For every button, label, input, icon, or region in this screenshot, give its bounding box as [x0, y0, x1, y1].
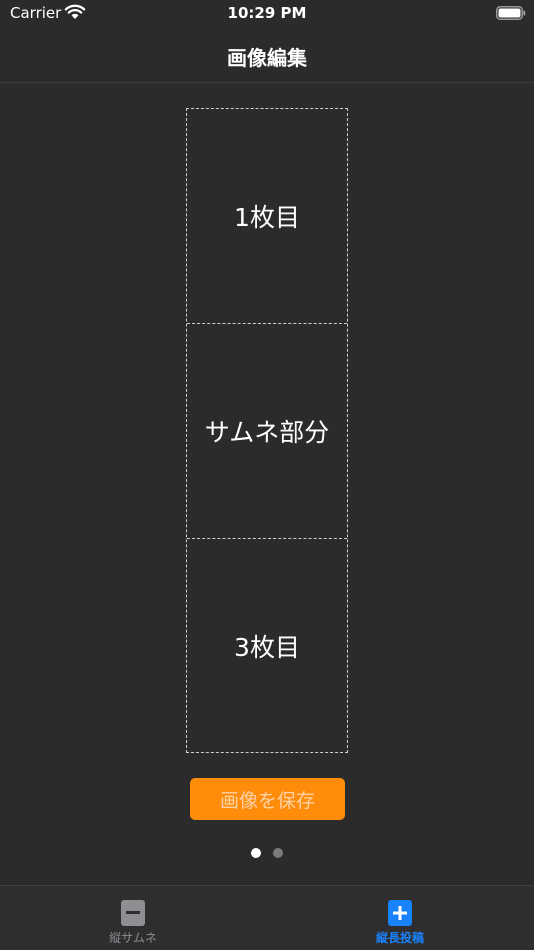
page-control[interactable]: [0, 848, 534, 860]
panel-first-image[interactable]: 1枚目: [187, 109, 347, 323]
status-time: 10:29 PM: [227, 4, 307, 22]
save-image-button[interactable]: 画像を保存: [190, 778, 345, 820]
panel-label: 3枚目: [234, 633, 300, 662]
panel-third-image[interactable]: 3枚目: [187, 539, 347, 753]
page-title: 画像編集: [227, 46, 307, 70]
tab-label: 縦サムネ: [109, 931, 157, 945]
tab-vertical-post[interactable]: 縦長投稿: [340, 900, 460, 946]
tab-bar: 縦サムネ 縦長投稿: [0, 885, 534, 950]
minus-square-icon: [121, 900, 145, 926]
panel-thumbnail[interactable]: サムネ部分: [187, 323, 347, 539]
screen: Carrier 10:29 PM 画像編集 1枚目 サムネ部分 3枚目 画像を保…: [0, 0, 534, 950]
tab-label: 縦長投稿: [375, 931, 424, 945]
battery-icon: [496, 6, 526, 20]
status-bar: Carrier 10:29 PM: [0, 0, 534, 28]
page-dot-active[interactable]: [251, 848, 261, 858]
image-panels[interactable]: 1枚目 サムネ部分 3枚目: [186, 108, 348, 753]
plus-square-icon: [388, 900, 412, 926]
navigation-bar: 画像編集: [0, 28, 534, 83]
page-dot[interactable]: [273, 848, 283, 858]
panel-label: 1枚目: [234, 203, 300, 232]
tab-vertical-thumbnail[interactable]: 縦サムネ: [73, 900, 193, 946]
panel-label: サムネ部分: [204, 418, 330, 447]
